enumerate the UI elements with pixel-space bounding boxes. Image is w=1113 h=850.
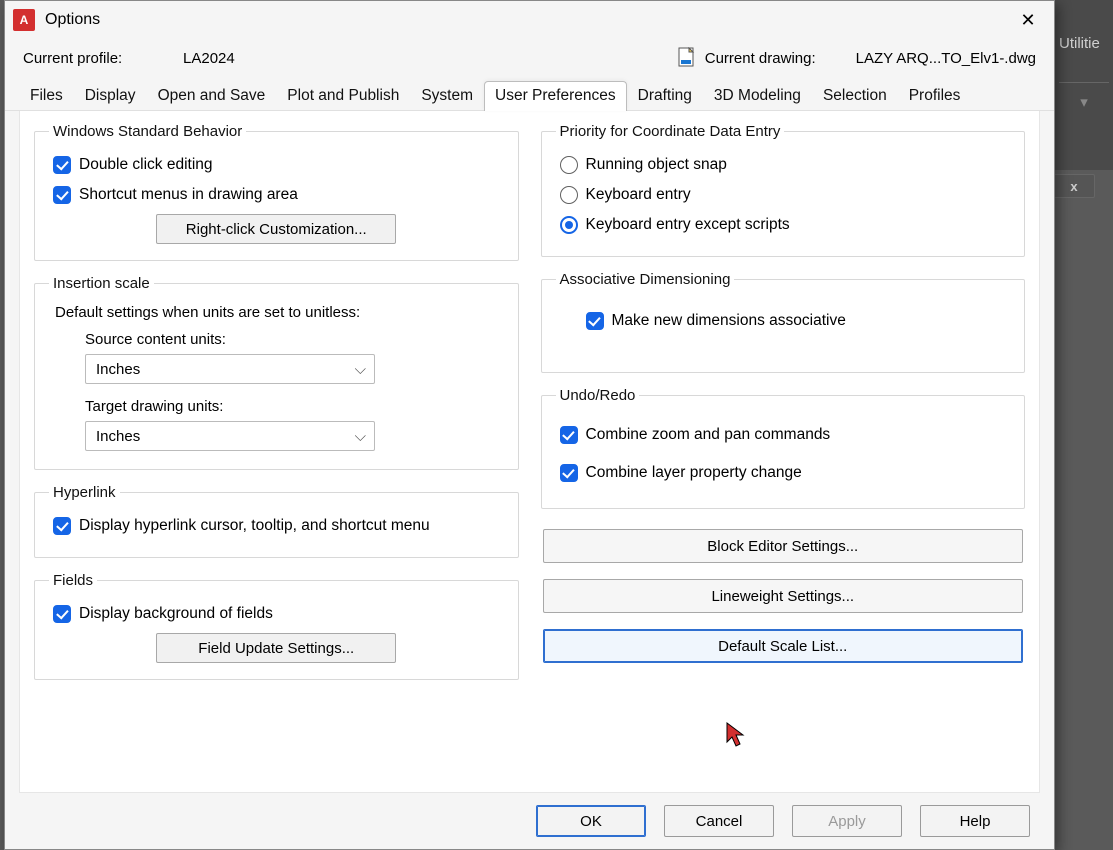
checkbox-label: Combine layer property change — [586, 464, 802, 482]
group-associative-dimensioning: Associative Dimensioning Make new dimens… — [541, 271, 1026, 373]
right-column: Priority for Coordinate Data Entry Runni… — [541, 123, 1026, 772]
checkbox-icon — [560, 426, 578, 444]
radio-label: Keyboard entry — [586, 186, 691, 204]
source-units-select[interactable]: Inches ⌵ — [85, 354, 375, 384]
group-legend: Hyperlink — [49, 484, 120, 501]
host-ribbon-fragment: Utilitie ▾ — [1055, 0, 1113, 170]
target-units-label: Target drawing units: — [49, 394, 504, 421]
tab-drafting[interactable]: Drafting — [627, 81, 703, 111]
help-button[interactable]: Help — [920, 805, 1030, 837]
current-profile-value: LA2024 — [183, 50, 463, 67]
close-button[interactable]: ✕ — [1008, 5, 1048, 35]
dialog-button-row: OK Cancel Apply Help — [5, 793, 1054, 849]
checkbox-label: Double click editing — [79, 156, 213, 174]
radio-keyboard-entry[interactable]: Keyboard entry — [556, 180, 1011, 210]
group-legend: Priority for Coordinate Data Entry — [556, 123, 785, 140]
group-priority-coordinate-entry: Priority for Coordinate Data Entry Runni… — [541, 123, 1026, 257]
chevron-down-icon: ⌵ — [355, 361, 366, 378]
cancel-button[interactable]: Cancel — [664, 805, 774, 837]
tab-selection[interactable]: Selection — [812, 81, 898, 111]
checkbox-label: Display hyperlink cursor, tooltip, and s… — [79, 517, 430, 535]
tab-user-preferences[interactable]: User Preferences — [484, 81, 627, 111]
host-ribbon-expand[interactable]: ▾ — [1059, 82, 1109, 111]
default-scale-list-button[interactable]: Default Scale List... — [543, 629, 1024, 663]
checkbox-combine-layer-change[interactable]: Combine layer property change — [556, 450, 1011, 492]
checkbox-icon — [53, 186, 71, 204]
radio-keyboard-entry-except-scripts[interactable]: Keyboard entry except scripts — [556, 210, 1011, 240]
target-units-select[interactable]: Inches ⌵ — [85, 421, 375, 451]
group-hyperlink: Hyperlink Display hyperlink cursor, tool… — [34, 484, 519, 558]
checkbox-icon — [53, 517, 71, 535]
tab-strip: Files Display Open and Save Plot and Pub… — [5, 79, 1054, 111]
group-legend: Fields — [49, 572, 97, 589]
tab-files[interactable]: Files — [19, 81, 74, 111]
checkbox-label: Display background of fields — [79, 605, 273, 623]
current-drawing-value: LAZY ARQ...TO_Elv1-.dwg — [856, 50, 1036, 67]
lineweight-settings-button[interactable]: Lineweight Settings... — [543, 579, 1024, 613]
checkbox-label: Combine zoom and pan commands — [586, 426, 831, 444]
group-fields: Fields Display background of fields Fiel… — [34, 572, 519, 680]
group-insertion-scale: Insertion scale Default settings when un… — [34, 275, 519, 470]
checkbox-label: Shortcut menus in drawing area — [79, 186, 298, 204]
checkbox-icon — [53, 156, 71, 174]
checkbox-hyperlink-display[interactable]: Display hyperlink cursor, tooltip, and s… — [49, 511, 504, 541]
group-legend: Insertion scale — [49, 275, 154, 292]
current-drawing-label: Current drawing: — [705, 50, 816, 67]
apply-button[interactable]: Apply — [792, 805, 902, 837]
group-legend: Associative Dimensioning — [556, 271, 735, 288]
checkbox-display-field-bg[interactable]: Display background of fields — [49, 599, 504, 629]
group-windows-standard-behavior: Windows Standard Behavior Double click e… — [34, 123, 519, 261]
checkbox-associative-dimensions[interactable]: Make new dimensions associative — [556, 298, 1011, 336]
checkbox-icon — [560, 464, 578, 482]
tab-3d-modeling[interactable]: 3D Modeling — [703, 81, 812, 111]
group-legend: Windows Standard Behavior — [49, 123, 246, 140]
chevron-down-icon: ⌵ — [355, 428, 366, 445]
checkbox-icon — [53, 605, 71, 623]
checkbox-icon — [586, 312, 604, 330]
insertion-scale-desc: Default settings when units are set to u… — [49, 302, 504, 327]
tab-display[interactable]: Display — [74, 81, 147, 111]
options-dialog: A Options ✕ Current profile: LA2024 Curr… — [4, 0, 1055, 850]
radio-running-object-snap[interactable]: Running object snap — [556, 150, 1011, 180]
dialog-title: Options — [45, 11, 100, 29]
group-undo-redo: Undo/Redo Combine zoom and pan commands … — [541, 387, 1026, 509]
checkbox-shortcut-menus[interactable]: Shortcut menus in drawing area — [49, 180, 504, 210]
group-legend: Undo/Redo — [556, 387, 640, 404]
tab-body: Windows Standard Behavior Double click e… — [19, 111, 1040, 793]
left-column: Windows Standard Behavior Double click e… — [34, 123, 519, 772]
field-update-settings-button[interactable]: Field Update Settings... — [156, 633, 396, 663]
tab-open-and-save[interactable]: Open and Save — [147, 81, 277, 111]
drawing-icon — [677, 47, 697, 69]
tab-plot-and-publish[interactable]: Plot and Publish — [276, 81, 410, 111]
radio-icon — [560, 186, 578, 204]
tab-profiles[interactable]: Profiles — [898, 81, 972, 111]
current-profile-label: Current profile: — [23, 50, 183, 67]
radio-label: Keyboard entry except scripts — [586, 216, 790, 234]
radio-label: Running object snap — [586, 156, 727, 174]
select-value: Inches — [96, 361, 140, 378]
app-icon: A — [13, 9, 35, 31]
select-value: Inches — [96, 428, 140, 445]
right-button-stack: Block Editor Settings... Lineweight Sett… — [541, 523, 1026, 663]
checkbox-combine-zoom-pan[interactable]: Combine zoom and pan commands — [556, 414, 1011, 450]
host-panel-close[interactable]: x — [1053, 174, 1095, 198]
tab-system[interactable]: System — [410, 81, 484, 111]
host-ribbon-label: Utilitie — [1059, 35, 1109, 52]
checkbox-label: Make new dimensions associative — [612, 312, 846, 330]
radio-icon — [560, 216, 578, 234]
ok-button[interactable]: OK — [536, 805, 646, 837]
profile-info-row: Current profile: LA2024 Current drawing:… — [5, 39, 1054, 79]
radio-icon — [560, 156, 578, 174]
block-editor-settings-button[interactable]: Block Editor Settings... — [543, 529, 1024, 563]
source-units-label: Source content units: — [49, 327, 504, 354]
titlebar: A Options ✕ — [5, 1, 1054, 39]
close-icon: ✕ — [1020, 10, 1035, 31]
right-click-customization-button[interactable]: Right-click Customization... — [156, 214, 396, 244]
checkbox-double-click-editing[interactable]: Double click editing — [49, 150, 504, 180]
